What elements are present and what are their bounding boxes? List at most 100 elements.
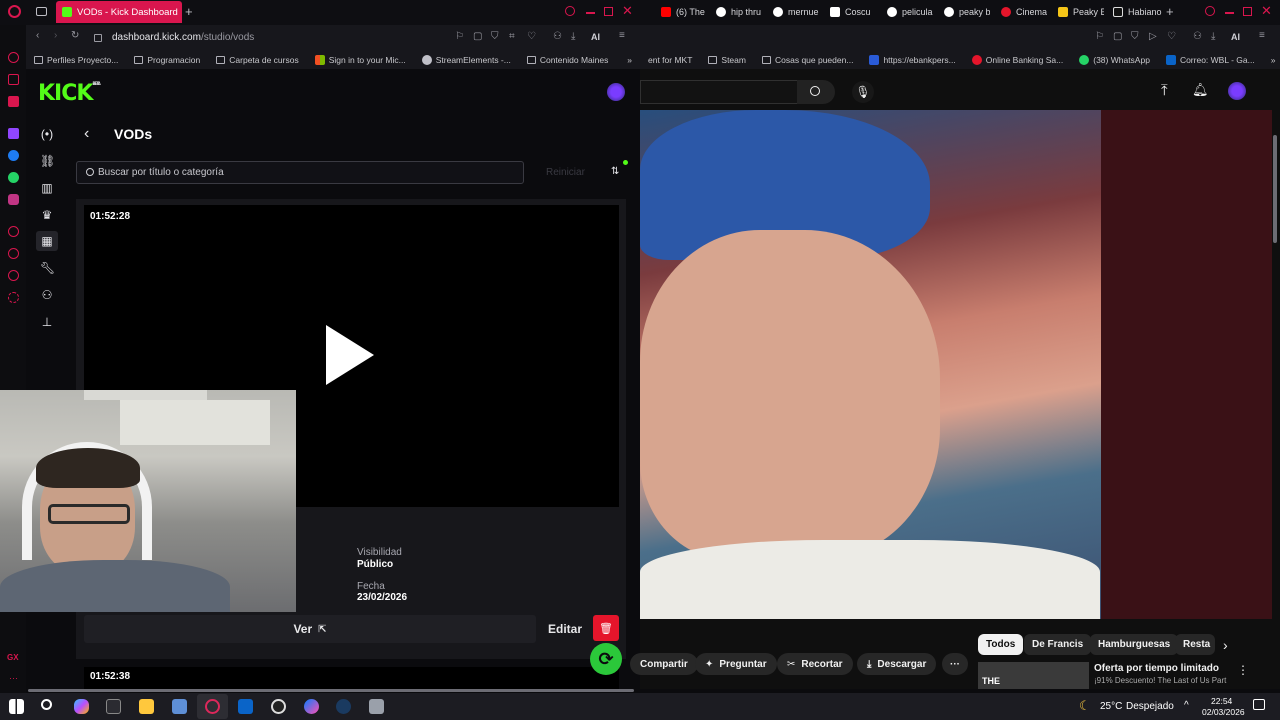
- tab-peaky-imdb[interactable]: Peaky B: [1052, 1, 1104, 23]
- chip-todos[interactable]: Todos: [978, 634, 1024, 655]
- reload-icon[interactable]: ↻: [71, 30, 79, 41]
- settings-icon[interactable]: [8, 292, 19, 303]
- download-icon[interactable]: ⤓: [571, 31, 575, 42]
- ai-button[interactable]: AI: [591, 32, 600, 42]
- bookmark-page-icon[interactable]: ⚐: [455, 31, 464, 42]
- search-tabs-icon[interactable]: [565, 6, 575, 16]
- play-icon[interactable]: [326, 325, 374, 385]
- bookmark-item[interactable]: Cosas que pueden...: [754, 55, 861, 65]
- search-tabs-icon[interactable]: [1205, 6, 1215, 16]
- heart-icon[interactable]: ♡: [527, 31, 536, 42]
- tab-pelicula[interactable]: pelicula: [881, 1, 933, 23]
- refresh-fab[interactable]: ⟳: [590, 643, 622, 675]
- back-button[interactable]: ‹: [84, 125, 89, 143]
- instagram-icon[interactable]: [8, 194, 19, 205]
- search-icon[interactable]: [41, 699, 52, 710]
- maximize-icon[interactable]: [604, 7, 613, 16]
- ai-button[interactable]: AI: [1231, 32, 1240, 42]
- mods-icon[interactable]: [8, 96, 19, 107]
- calculator-icon[interactable]: [172, 699, 187, 714]
- close-window-icon[interactable]: ✕: [1261, 3, 1272, 19]
- tray-chevron-icon[interactable]: ^: [1184, 700, 1189, 711]
- shield-icon[interactable]: ⛉: [1131, 31, 1139, 42]
- history-icon[interactable]: [8, 248, 19, 259]
- bookmark-page-icon[interactable]: ⚐: [1095, 31, 1104, 42]
- maximize-icon[interactable]: [1243, 7, 1252, 16]
- forward-icon[interactable]: ›: [54, 30, 57, 41]
- bookmark-item[interactable]: Programacion: [126, 55, 208, 65]
- chip-hamburguesas[interactable]: Hamburguesas: [1090, 634, 1179, 655]
- minimize-icon[interactable]: [586, 12, 595, 14]
- bookmark-item[interactable]: Carpeta de cursos: [208, 55, 306, 65]
- reset-button[interactable]: Reiniciar: [546, 167, 585, 178]
- yt-search-button[interactable]: [797, 80, 835, 104]
- horizontal-scrollbar[interactable]: [28, 689, 634, 692]
- bookmark-item[interactable]: Contenido Maines: [519, 55, 617, 65]
- yt-search-field[interactable]: [640, 80, 797, 104]
- gx-icon[interactable]: GX: [7, 653, 19, 662]
- tab-hip[interactable]: hip thru: [710, 1, 762, 23]
- heart-icon[interactable]: ♡: [1167, 31, 1176, 42]
- more-actions-button[interactable]: ···: [942, 653, 968, 675]
- close-window-icon[interactable]: ✕: [622, 3, 633, 19]
- rec-title[interactable]: Oferta por tiempo limitado: [1094, 663, 1219, 674]
- trophy-icon[interactable]: ♛: [40, 208, 54, 222]
- outlook-icon[interactable]: [238, 699, 253, 714]
- bookmark-item[interactable]: StreamElements -...: [414, 55, 519, 65]
- bookmark-item[interactable]: Online Banking Sa...: [964, 55, 1072, 65]
- tab-kick-vods[interactable]: VODs - Kick Dashboard: [56, 1, 182, 23]
- more-icon[interactable]: ···: [9, 673, 18, 683]
- player-icon[interactable]: [8, 226, 19, 237]
- download-button[interactable]: ⤓ Descargar: [857, 653, 937, 675]
- ask-button[interactable]: ✦ Preguntar: [695, 653, 777, 675]
- extensions-icon[interactable]: [8, 270, 19, 281]
- edit-button[interactable]: Editar: [540, 615, 590, 643]
- minimize-icon[interactable]: [1225, 12, 1234, 14]
- shield-icon[interactable]: ⛉: [491, 31, 499, 42]
- speed-dial-icon[interactable]: [8, 52, 19, 63]
- mic-icon[interactable]: 🎙︎: [852, 81, 874, 103]
- tab-peaky[interactable]: peaky b: [938, 1, 990, 23]
- download-icon[interactable]: ⤓: [1211, 31, 1215, 42]
- notification-icon[interactable]: [1253, 699, 1265, 710]
- kebab-menu-icon[interactable]: ⋮: [1237, 663, 1249, 677]
- vertical-scrollbar[interactable]: [1273, 135, 1277, 243]
- obs-icon[interactable]: [271, 699, 286, 714]
- windows-start-icon[interactable]: [9, 699, 24, 714]
- bookmark-item[interactable]: Correo: WBL - Ga...: [1158, 55, 1263, 65]
- wrench-icon[interactable]: 🔧︎: [40, 261, 55, 275]
- yt-video-player[interactable]: [640, 110, 1101, 619]
- bell-icon[interactable]: 🔔︎: [1192, 82, 1209, 98]
- profile-icon[interactable]: ⚇: [1193, 31, 1202, 42]
- copilot-icon[interactable]: [74, 699, 89, 714]
- terminal-icon[interactable]: [106, 699, 121, 714]
- bookmark-item[interactable]: https://ebankpers...: [861, 55, 963, 65]
- easy-setup-icon[interactable]: ≡: [619, 30, 625, 41]
- play-icon[interactable]: ▷: [1149, 31, 1157, 42]
- avatar[interactable]: [1228, 82, 1246, 100]
- twitch-icon[interactable]: [8, 128, 19, 139]
- clock-date[interactable]: 02/03/2026: [1202, 707, 1245, 717]
- kick-logo[interactable]: KICKBETA: [38, 81, 101, 106]
- tab-tiktok[interactable]: Habiano: [1107, 1, 1163, 23]
- snapshot-icon[interactable]: ▢: [473, 31, 482, 42]
- back-icon[interactable]: ‹: [36, 30, 39, 41]
- more-bookmarks-icon[interactable]: »: [619, 55, 640, 65]
- bookmark-item[interactable]: (38) WhatsApp: [1071, 55, 1158, 65]
- news-icon[interactable]: [8, 74, 19, 85]
- messenger-icon[interactable]: [304, 699, 319, 714]
- clip-button[interactable]: ✂ Recortar: [777, 653, 853, 675]
- tab-mernue[interactable]: mernue: [767, 1, 819, 23]
- new-tab-icon[interactable]: +: [1166, 4, 1174, 19]
- link-icon[interactable]: ⛓: [40, 154, 55, 168]
- tab-youtube-1[interactable]: (6) The: [655, 1, 705, 23]
- vods-icon[interactable]: ▦: [40, 234, 54, 248]
- weather-desc[interactable]: Despejado: [1126, 701, 1174, 712]
- bookmark-item[interactable]: Steam: [700, 55, 754, 65]
- snapshot-icon[interactable]: ▢: [1113, 31, 1122, 42]
- bookmark-item[interactable]: ent for MKT: [640, 55, 700, 65]
- steam-icon[interactable]: [336, 699, 351, 714]
- share-button[interactable]: Compartir: [630, 653, 698, 675]
- easy-setup-icon[interactable]: ≡: [1259, 30, 1265, 41]
- app-icon[interactable]: [369, 699, 384, 714]
